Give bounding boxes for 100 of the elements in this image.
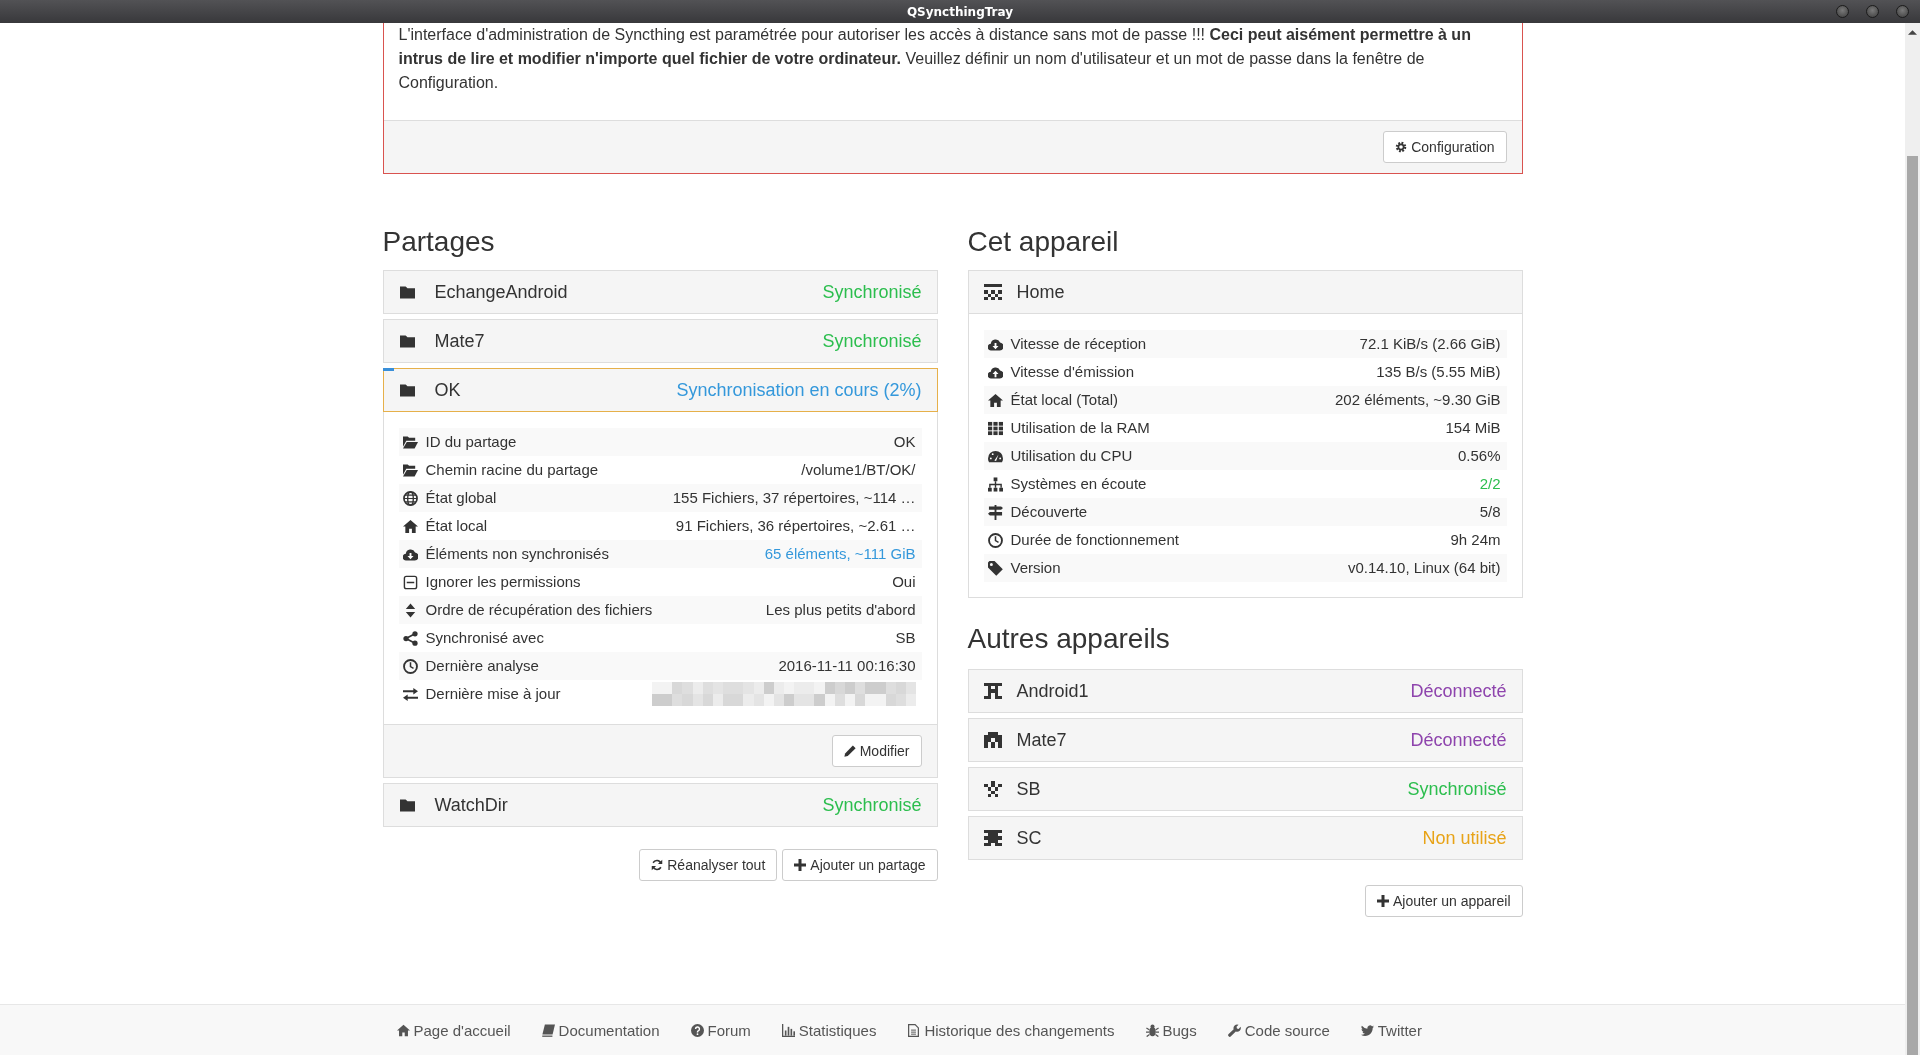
footer-link[interactable]: Historique des changements (907, 1021, 1115, 1039)
gauge-icon (987, 448, 1003, 464)
row-value: v0.14.10, Linux (64 bit) (1347, 558, 1501, 578)
folder-icon (398, 284, 416, 300)
device-status: Déconnecté (1410, 729, 1507, 751)
tag-icon (987, 560, 1003, 576)
row-label: Vitesse de réception (1010, 334, 1148, 354)
row-value: 72.1 KiB/s (2.66 GiB) (1359, 334, 1501, 354)
folder-name: EchangeAndroid (434, 281, 569, 303)
window-button[interactable] (1896, 5, 1909, 18)
device-name: SC (1016, 827, 1043, 849)
row-label: Synchronisé avec (425, 628, 545, 648)
row-value: 91 Fichiers, 36 répertoires, ~2.61 … (675, 516, 916, 536)
window-button[interactable] (1866, 5, 1879, 18)
refresh-icon (651, 859, 664, 871)
device-status: Déconnecté (1410, 680, 1507, 702)
row-label: Durée de fonctionnement (1010, 530, 1180, 550)
configuration-button[interactable]: Configuration (1383, 131, 1507, 163)
row-value: OK (893, 432, 916, 452)
scrollbar-thumb[interactable] (1907, 156, 1918, 1055)
device-header[interactable]: SC Non utilisé (967, 816, 1523, 860)
device-name: SB (1016, 778, 1042, 800)
grid-icon (987, 420, 1003, 436)
row-label: Utilisation de la RAM (1010, 418, 1151, 438)
identicon-icon (983, 830, 1002, 846)
gear-icon (1395, 141, 1408, 153)
add-folder-button[interactable]: Ajouter un partage (782, 849, 938, 881)
footer-link[interactable]: Bugs (1145, 1021, 1197, 1039)
window-button[interactable] (1836, 5, 1849, 18)
bar-chart-icon (781, 1023, 795, 1037)
row-value: 202 éléments, ~9.30 GiB (1334, 390, 1501, 410)
folder-status: Synchronisé (822, 330, 922, 352)
identicon-icon (983, 284, 1002, 300)
row-value: 5/8 (1479, 502, 1501, 522)
row-label: Découverte (1010, 502, 1089, 522)
clock-icon (402, 658, 418, 674)
question-icon (690, 1023, 704, 1037)
row-label: Ignorer les permissions (425, 572, 582, 592)
folder-open-icon (402, 434, 418, 450)
row-value: 2016-11-11 00:16:30 (778, 656, 916, 676)
device-name: Home (1016, 281, 1066, 303)
folder-header[interactable]: WatchDir Synchronisé (382, 783, 938, 827)
row-label: État local (Total) (1010, 390, 1120, 410)
rescan-all-button[interactable]: Réanalyser tout (639, 849, 778, 881)
footer-link[interactable]: Code source (1227, 1021, 1330, 1039)
home-icon (396, 1023, 410, 1037)
share-icon (402, 630, 418, 646)
row-label: Systèmes en écoute (1010, 474, 1148, 494)
identicon-icon (983, 683, 1002, 699)
sitemap-icon (987, 476, 1003, 492)
row-label: Dernière mise à jour (425, 684, 562, 704)
row-label: ID du partage (425, 432, 518, 452)
book-icon (541, 1023, 555, 1037)
home-icon (987, 392, 1003, 408)
scrollbar[interactable] (1905, 23, 1920, 1055)
folder-name: OK (434, 379, 462, 401)
device-header[interactable]: Home (967, 270, 1523, 314)
device-name: Android1 (1016, 680, 1090, 702)
plus-icon (794, 859, 807, 871)
edit-button[interactable]: Modifier (831, 735, 922, 767)
warning-message: L'interface d'administration de Syncthing est paramétrée pour autoriser les accès à distance sans mot de passe !!! Ceci peut aisément permettre à un intrus de lire et modifier n'importe quel fichier de votre ordinateur. Veuillez définir un nom d'utilisateur et un mot de passe dans la fenêtre de Configuration. (398, 25, 1472, 93)
row-label: Éléments non synchronisés (425, 544, 610, 564)
signpost-icon (987, 504, 1003, 520)
footer-link[interactable]: Forum (690, 1021, 751, 1039)
bug-icon (1145, 1023, 1159, 1037)
folder-status: Synchronisé (822, 281, 922, 303)
section-title: Cet appareil (967, 225, 1120, 259)
row-value: /volume1/BT/OK/ (801, 460, 916, 480)
folder-header[interactable]: EchangeAndroid Synchronisé (382, 270, 938, 314)
folder-header[interactable]: OK Synchronisation en cours (2%) (382, 368, 938, 412)
device-header[interactable]: Android1 Déconnecté (967, 669, 1523, 713)
row-label: État global (425, 488, 498, 508)
row-label: Utilisation du CPU (1010, 446, 1134, 466)
pencil-icon (843, 745, 856, 757)
row-label: Chemin racine du partage (425, 460, 600, 480)
folder-icon (398, 333, 416, 349)
folder-name: WatchDir (434, 794, 509, 816)
device-status: Non utilisé (1422, 827, 1507, 849)
device-header[interactable]: SB Synchronisé (967, 767, 1523, 811)
plus-icon (1376, 895, 1389, 907)
section-title: Partages (382, 225, 496, 259)
footer-link[interactable]: Documentation (541, 1021, 660, 1039)
device-name: Mate7 (1016, 729, 1068, 751)
footer-link[interactable]: Twitter (1360, 1021, 1422, 1039)
add-device-button[interactable]: Ajouter un appareil (1364, 885, 1523, 917)
footer-link[interactable]: Page d'accueil (396, 1021, 511, 1039)
scroll-up-icon[interactable] (1908, 30, 1917, 35)
row-value: 9h 24m (1450, 530, 1501, 550)
device-status: Synchronisé (1407, 778, 1507, 800)
device-header[interactable]: Mate7 Déconnecté (967, 718, 1523, 762)
home-icon (402, 518, 418, 534)
folder-header[interactable]: Mate7 Synchronisé (382, 319, 938, 363)
identicon-icon (983, 732, 1002, 748)
row-value: Les plus petits d'abord (765, 600, 916, 620)
row-label: Vitesse d'émission (1010, 362, 1135, 382)
folder-status: Synchronisé (822, 794, 922, 816)
exchange-arrows-icon (402, 686, 418, 702)
footer-link[interactable]: Statistiques (781, 1021, 877, 1039)
row-value: SB (895, 628, 916, 648)
globe-icon (402, 490, 418, 506)
